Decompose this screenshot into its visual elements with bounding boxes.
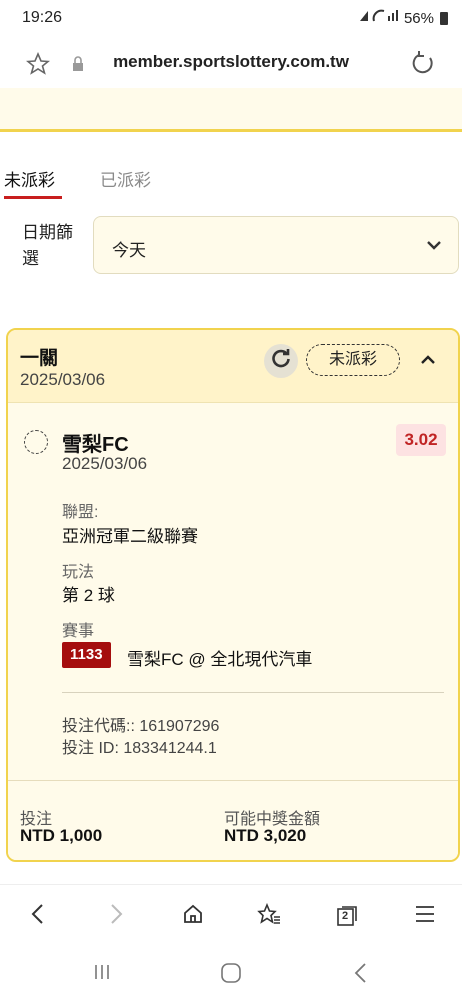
play-label: 玩法 [62, 564, 95, 581]
bet-card-header: 一關 2025/03/06 未派彩 [8, 330, 458, 403]
bet-card-footer: 投注 NTD 1,000 可能中獎金額 NTD 3,020 [8, 780, 458, 860]
home-button[interactable] [178, 901, 208, 931]
tab-count: 2 [342, 910, 349, 922]
bet-type-title: 一關 [20, 348, 59, 369]
card-divider [62, 692, 444, 693]
signal-icon [358, 9, 398, 27]
tabs-icon: 2 [336, 905, 358, 927]
team-name: 雪梨FC [62, 434, 129, 456]
system-nav-bar [0, 944, 462, 1000]
active-tab-indicator [4, 196, 62, 199]
status-badge: 未派彩 [306, 344, 400, 376]
home-icon [182, 903, 204, 930]
status-bar: 19:26 56% [0, 0, 462, 38]
menu-icon [414, 904, 436, 929]
chevron-down-icon [424, 235, 444, 260]
payout-value: NTD 3,020 [224, 826, 307, 845]
bet-date: 2025/03/06 [20, 370, 106, 389]
back-icon [30, 903, 44, 930]
match-date: 2025/03/06 [62, 454, 148, 473]
play-value: 第 2 球 [62, 586, 115, 605]
event-code-badge: 1133 [62, 642, 111, 668]
tab-settled[interactable]: 已派彩 [100, 166, 151, 191]
chevron-up-icon [418, 355, 438, 374]
back-nav-icon[interactable] [352, 962, 368, 989]
battery-percent: 56% [403, 9, 434, 27]
refresh-icon [270, 348, 292, 375]
collapse-button[interactable] [418, 350, 438, 375]
league-label: 聯盟: [62, 504, 99, 521]
bet-card: 一關 2025/03/06 未派彩 雪梨FC 3.02 2025/03/06 聯… [6, 328, 460, 862]
refresh-button[interactable] [264, 344, 298, 378]
date-filter-select[interactable]: 今天 [93, 216, 459, 274]
home-nav-icon[interactable] [220, 962, 242, 989]
date-filter-value: 今天 [112, 241, 146, 260]
browser-url-bar: member.sportslottery.com.tw [0, 38, 462, 88]
league-value: 亞洲冠軍二級聯賽 [62, 527, 198, 546]
browser-toolbar: 2 [0, 884, 462, 945]
battery-icon [440, 11, 448, 25]
menu-button[interactable] [410, 901, 440, 931]
url-text[interactable]: member.sportslottery.com.tw [0, 52, 462, 72]
forward-button[interactable] [102, 901, 132, 931]
bookmarks-button[interactable] [254, 901, 284, 931]
notice-band [0, 88, 462, 132]
status-time: 19:26 [22, 9, 63, 26]
bet-code: 投注代碼:: 161907296 [62, 718, 220, 735]
odds-badge: 3.02 [396, 424, 446, 456]
event-label: 賽事 [62, 623, 95, 640]
reload-icon[interactable] [410, 50, 436, 81]
bet-id: 投注 ID: 183341244.1 [62, 740, 217, 757]
status-icons: 56% [358, 9, 448, 27]
recent-apps-icon[interactable] [92, 962, 112, 987]
forward-icon [110, 903, 124, 930]
back-button[interactable] [22, 901, 52, 931]
tab-unsettled[interactable]: 未派彩 [4, 166, 55, 191]
stake-value: NTD 1,000 [20, 826, 103, 845]
tabs-button[interactable]: 2 [332, 901, 362, 931]
selection-radio[interactable] [24, 430, 48, 454]
bookmarks-icon [257, 902, 281, 930]
date-filter-label: 日期篩選 [22, 223, 73, 268]
event-name: 雪梨FC @ 全北現代汽車 [127, 650, 313, 669]
